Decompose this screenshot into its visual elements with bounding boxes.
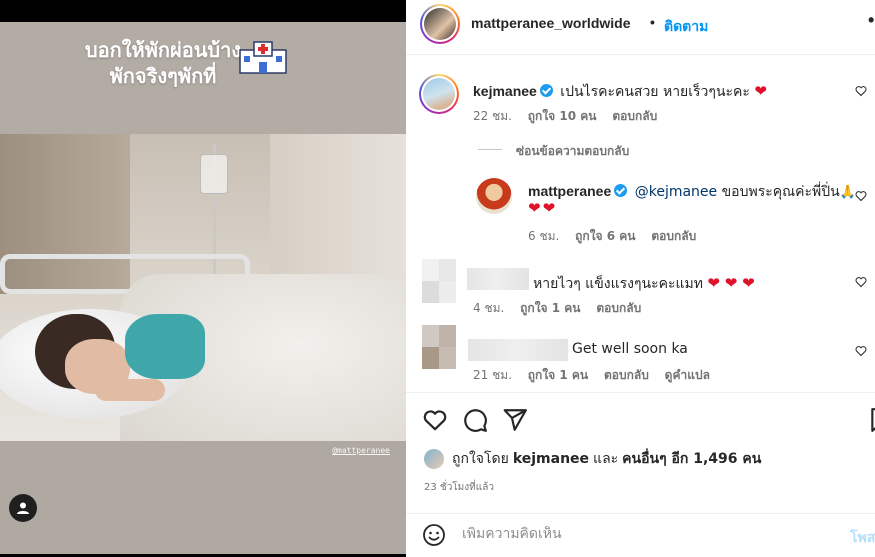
post-header: mattperanee_worldwide • ติดตาม • [406,0,875,55]
reply-button[interactable]: ตอบกลับ [596,301,641,315]
hide-replies-button[interactable]: ซ่อนข้อความตอบกลับ [516,142,629,161]
comment-bubble-icon[interactable] [462,407,488,433]
reply-body: mattperanee @kejmanee ขอบพระคุณค่ะพี่ปิ่… [528,181,856,203]
comment-username[interactable]: kejmanee [473,83,537,99]
reply-button[interactable]: ตอบกลับ [604,368,649,382]
comment-meta: 4 ชม. ถูกใจ 1 คน ตอบกลับ [473,299,653,318]
user-icon [17,502,29,514]
liked-by-and: และ [593,451,619,467]
liked-by-user[interactable]: kejmanee [513,451,589,467]
caption-line-2: พักจริงๆพักที่ [109,64,217,88]
reply-divider-line [478,149,502,150]
author-username[interactable]: mattperanee_worldwide [471,15,631,31]
comment-likes[interactable]: ถูกใจ 10 คน [528,109,597,123]
hearts-emoji-icon: ❤ ❤ ❤ [707,274,755,292]
liked-by-others[interactable]: คนอื่นๆ อีก 1,496 คน [622,448,761,470]
comment-meta: 22 ชม. ถูกใจ 10 คน ตอบกลับ [473,107,669,126]
emoji-smiley-icon[interactable] [422,523,446,547]
reply-likes[interactable]: ถูกใจ 6 คน [575,229,635,243]
mention-link[interactable]: @kejmanee [635,184,717,200]
tagged-users-button[interactable] [9,494,37,522]
comment-likes[interactable]: ถูกใจ 1 คน [528,368,588,382]
see-translation-button[interactable]: ดูคำแปล [665,368,710,382]
comment-text: หายไวๆ แข็งแรงๆนะคะแมท [533,276,703,292]
comment-time[interactable]: 4 ชม. [473,301,504,315]
replier-avatar[interactable] [476,178,512,214]
comment-likes[interactable]: ถูกใจ 1 คน [520,301,580,315]
hospital-icon [239,41,287,74]
post-timestamp[interactable]: 23 ชั่วโมงที่แล้ว [424,480,494,495]
pray-emoji-icon: 🙏 [839,185,856,200]
likes-summary: ถูกใจโดย kejmanee และ คนอื่นๆ อีก 1,496 … [424,448,765,470]
reply-button[interactable]: ตอบกลับ [612,109,657,123]
post-media[interactable]: บอกให้พักผ่อนบ้าง พักจริงๆพักที่ @mattpe… [0,0,406,557]
reply-hearts-emoji-icon: ❤❤ [528,199,558,217]
heart-emoji-icon: ❤ [754,82,767,100]
liker-avatar[interactable] [424,449,444,469]
liked-by-prefix: ถูกใจโดย [452,451,509,467]
post-detail-panel: mattperanee_worldwide • ติดตาม • kejmane… [406,0,875,557]
blurred-avatar[interactable] [422,259,456,303]
post-comment-button[interactable]: โพสต์ [850,527,875,549]
share-send-icon[interactable] [502,407,528,433]
comment-like-heart-icon[interactable] [855,276,867,288]
image-caption-area: บอกให้พักผ่อนบ้าง พักจริงๆพักที่ [0,22,406,134]
image-watermark: @mattperanee [332,446,390,455]
follow-button[interactable]: ติดตาม [664,16,708,38]
blurred-avatar[interactable] [422,325,456,369]
verified-badge-icon [539,84,553,97]
comment-like-heart-icon[interactable] [855,190,867,202]
commenter-avatar[interactable] [419,74,459,114]
more-options-icon[interactable]: • [868,10,874,31]
blurred-username[interactable] [467,268,529,290]
verified-badge-icon [614,184,628,197]
blurred-username[interactable] [468,339,568,361]
separator-dot: • [650,14,655,30]
comment-input[interactable] [462,526,842,542]
save-bookmark-icon[interactable] [868,407,875,433]
reply-meta: 6 ชม. ถูกใจ 6 คน ตอบกลับ [528,227,708,246]
hospital-bed-photo [0,134,406,441]
author-avatar[interactable] [420,4,460,44]
reply-time[interactable]: 6 ชม. [528,229,559,243]
comment-like-heart-icon[interactable] [855,85,867,97]
comment-time[interactable]: 22 ชม. [473,109,512,123]
comment-meta: 21 ชม. ถูกใจ 1 คน ตอบกลับ ดูคำแปล [473,366,722,385]
comment-body: หายไวๆ แข็งแรงๆนะคะแมท ❤ ❤ ❤ [533,273,755,295]
add-comment-bar: โพสต์ [406,513,875,557]
reply-username[interactable]: mattperanee [528,183,611,199]
post-actions-bar [406,392,875,442]
like-heart-icon[interactable] [422,407,448,433]
comment-time[interactable]: 21 ชม. [473,368,512,382]
comment-text: Get well soon ka [572,341,688,357]
comment-like-heart-icon[interactable] [855,345,867,357]
reply-reply-button[interactable]: ตอบกลับ [651,229,696,243]
story-image: บอกให้พักผ่อนบ้าง พักจริงๆพักที่ [0,22,406,554]
comment-body: kejmanee เปนไรคะคนสวย หายเร็วๆนะคะ ❤ [473,81,767,103]
reply-text: ขอบพระคุณค่ะพี่ปิ่น [721,184,840,200]
comment-text: เปนไรคะคนสวย หายเร็วๆนะคะ [560,84,750,100]
